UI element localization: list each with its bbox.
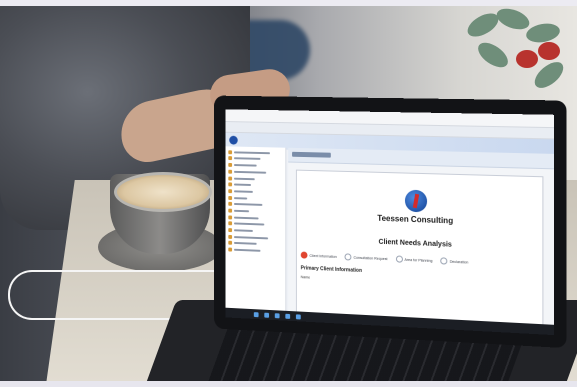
sidebar-item-label bbox=[233, 157, 261, 161]
sidebar-item-label bbox=[233, 222, 265, 226]
app-sidebar bbox=[225, 146, 287, 321]
app-logo-icon bbox=[229, 135, 238, 145]
step-active-icon bbox=[300, 251, 308, 259]
sidebar-item-label bbox=[233, 235, 269, 240]
sidebar-item-label bbox=[233, 216, 259, 220]
sidebar-item bbox=[228, 149, 282, 156]
sidebar-item-label bbox=[233, 177, 255, 180]
folder-icon bbox=[228, 228, 233, 233]
step-declaration: Declaration bbox=[440, 257, 469, 265]
sidebar-item-label bbox=[233, 170, 267, 174]
folder-icon bbox=[228, 150, 233, 155]
folder-icon bbox=[228, 215, 233, 220]
folder-icon bbox=[228, 221, 233, 226]
sidebar-item-label bbox=[233, 164, 257, 167]
form-document: Teessen Consulting Client Needs Analysis… bbox=[295, 169, 544, 335]
folder-icon bbox=[228, 182, 233, 187]
photo-frame: Teessen Consulting Client Needs Analysis… bbox=[0, 0, 577, 387]
step-icon bbox=[344, 253, 352, 261]
step-client-information: Client Information bbox=[300, 251, 337, 260]
folder-icon bbox=[228, 195, 233, 200]
red-flower bbox=[538, 42, 560, 60]
sidebar-item-label bbox=[233, 151, 271, 154]
step-label: Client Information bbox=[309, 253, 337, 259]
folder-icon bbox=[228, 169, 233, 174]
leaf bbox=[493, 4, 533, 34]
form-steps: Client Information Consultation Request … bbox=[300, 251, 469, 266]
folder-icon bbox=[228, 234, 233, 239]
folder-icon bbox=[228, 163, 233, 168]
step-consultation-request: Consultation Request bbox=[344, 253, 388, 262]
leaf bbox=[473, 37, 513, 73]
folder-icon bbox=[228, 156, 233, 161]
document-title: Client Needs Analysis bbox=[378, 238, 452, 249]
sidebar-item-label bbox=[233, 190, 253, 193]
brand-logo-icon bbox=[404, 189, 428, 213]
step-area-for-planning: Area for Planning bbox=[395, 255, 433, 264]
taskbar-app-icon bbox=[274, 312, 280, 318]
folder-icon bbox=[228, 247, 233, 252]
sidebar-item-label bbox=[233, 229, 253, 232]
section-heading: Primary Client Information bbox=[300, 265, 363, 274]
coffee-foam bbox=[114, 172, 212, 212]
taskbar-app-icon bbox=[264, 312, 270, 318]
sidebar-item-label bbox=[233, 183, 251, 187]
app-main: Teessen Consulting Client Needs Analysis… bbox=[288, 147, 554, 336]
folder-icon bbox=[228, 176, 233, 181]
sidebar-item-label bbox=[233, 248, 261, 252]
folder-icon bbox=[228, 189, 233, 194]
red-flower bbox=[516, 50, 538, 68]
brand-name: Teessen Consulting bbox=[377, 213, 454, 226]
name-field-label: Name bbox=[300, 275, 311, 280]
step-icon bbox=[395, 255, 403, 263]
form-tab bbox=[292, 151, 331, 158]
folder-icon bbox=[228, 208, 233, 213]
sidebar-item-label bbox=[233, 209, 250, 213]
step-label: Consultation Request bbox=[353, 255, 388, 261]
sidebar-item bbox=[228, 247, 282, 255]
taskbar-app-icon bbox=[285, 313, 291, 319]
taskbar-app-icon bbox=[295, 313, 301, 319]
step-icon bbox=[440, 257, 448, 265]
top-border bbox=[0, 0, 577, 6]
leaf bbox=[524, 21, 562, 45]
folder-icon bbox=[228, 241, 233, 246]
sidebar-item-label bbox=[233, 242, 257, 246]
laptop-screen: Teessen Consulting Client Needs Analysis… bbox=[225, 109, 554, 336]
step-label: Declaration bbox=[449, 259, 469, 265]
sidebar-item-label bbox=[233, 203, 263, 207]
folder-icon bbox=[228, 202, 233, 207]
bottom-border bbox=[0, 381, 577, 387]
taskbar-app-icon bbox=[253, 311, 259, 317]
sidebar-item-label bbox=[233, 196, 248, 200]
step-label: Area for Planning bbox=[404, 257, 433, 263]
